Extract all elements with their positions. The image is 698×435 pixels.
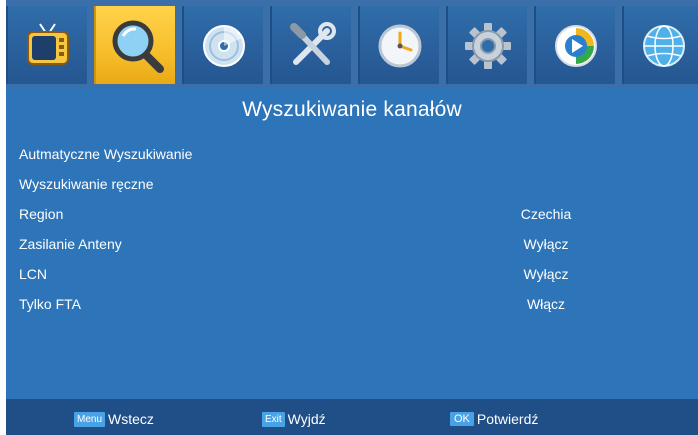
hint-exit[interactable]: Exit Wyjdź xyxy=(262,411,326,427)
tab-player[interactable] xyxy=(534,6,615,84)
menu-row-label: Region xyxy=(19,206,64,222)
hint-confirm[interactable]: OK Potwierdź xyxy=(450,411,538,427)
channel-search-panel: Wyszukiwanie kanałów Autmatyczne Wyszuki… xyxy=(6,88,698,399)
menu-row-label: Wyszukiwanie ręczne xyxy=(19,176,154,192)
region-value[interactable]: Czechia xyxy=(506,206,586,222)
tab-tools[interactable] xyxy=(270,6,351,84)
exit-key-badge: Exit xyxy=(262,412,285,427)
clock-icon xyxy=(378,24,422,68)
footer-hint-bar: Menu Wstecz Exit Wyjdź OK Potwierdź xyxy=(6,399,698,435)
menu-row-auto-search[interactable]: Autmatyczne Wyszukiwanie xyxy=(6,142,698,168)
hint-back-label: Wstecz xyxy=(108,411,154,427)
hint-back[interactable]: Menu Wstecz xyxy=(74,411,154,427)
menu-row-manual-search[interactable]: Wyszukiwanie ręczne xyxy=(6,172,698,198)
tab-search[interactable] xyxy=(94,6,175,84)
play-icon xyxy=(555,25,597,67)
fta-only-value[interactable]: Włącz xyxy=(506,296,586,312)
screen: Wyszukiwanie kanałów Autmatyczne Wyszuki… xyxy=(0,0,698,435)
menu-row-label: Zasilanie Anteny xyxy=(19,236,122,252)
menu-row-label: Autmatyczne Wyszukiwanie xyxy=(19,146,193,162)
hint-confirm-label: Potwierdź xyxy=(476,411,539,427)
antenna-power-value[interactable]: Wyłącz xyxy=(506,236,586,252)
globe-icon xyxy=(643,25,685,67)
menu-row-region[interactable]: Region Czechia xyxy=(6,202,698,228)
menu-key-badge: Menu xyxy=(74,412,106,427)
gear-icon xyxy=(465,23,511,69)
menu-row-fta-only[interactable]: Tylko FTA Włącz xyxy=(6,292,698,318)
tab-network[interactable] xyxy=(622,6,698,84)
search-icon xyxy=(112,20,164,73)
tv-icon xyxy=(27,23,69,65)
page-title: Wyszukiwanie kanałów xyxy=(242,98,462,121)
disc-icon xyxy=(203,25,245,67)
main-menu-bar xyxy=(6,0,698,88)
ok-key-badge: OK xyxy=(450,412,474,426)
lcn-value[interactable]: Wyłącz xyxy=(506,266,586,282)
tab-settings[interactable] xyxy=(446,6,527,84)
tab-timer[interactable] xyxy=(358,6,439,84)
hint-exit-label: Wyjdź xyxy=(287,411,326,427)
menu-row-antenna-power[interactable]: Zasilanie Anteny Wyłącz xyxy=(6,232,698,258)
menu-row-lcn[interactable]: LCN Wyłącz xyxy=(6,262,698,288)
tab-media[interactable] xyxy=(182,6,263,84)
menu-row-label: Tylko FTA xyxy=(19,296,81,312)
menu-row-label: LCN xyxy=(19,266,48,282)
tools-icon xyxy=(290,22,336,65)
tab-tv[interactable] xyxy=(6,6,87,84)
